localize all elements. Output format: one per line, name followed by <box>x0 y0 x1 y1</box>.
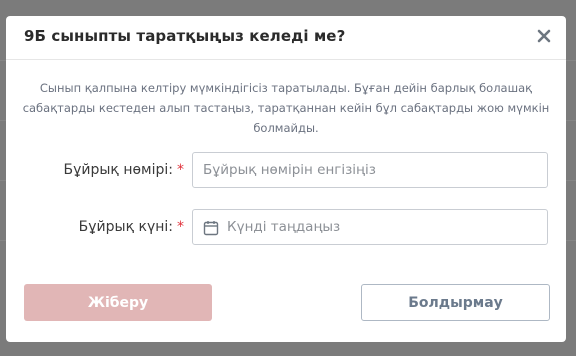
dialog-header: 9Б сыныпты таратқыңыз келеді ме? <box>6 16 566 60</box>
order-number-input[interactable] <box>193 153 547 187</box>
order-number-label-text: Бұйрық нөмірі: <box>63 162 174 178</box>
order-date-input[interactable] <box>193 210 547 244</box>
close-icon <box>537 29 551 43</box>
order-number-row: Бұйрық нөмірі: * <box>6 152 566 190</box>
cancel-button[interactable]: Болдырмау <box>361 284 550 321</box>
required-mark: * <box>177 162 184 178</box>
order-number-field <box>192 152 548 188</box>
required-mark: * <box>177 219 184 235</box>
dialog-title: 9Б сыныпты таратқыңыз келеді ме? <box>24 27 346 45</box>
dialog-description: Сынып қалпына келтіру мүмкіндігісіз тара… <box>22 81 550 135</box>
order-date-label: Бұйрық күні: * <box>79 219 184 235</box>
order-date-row: Бұйрық күні: * <box>6 209 566 247</box>
order-number-label: Бұйрық нөмірі: * <box>64 162 185 178</box>
submit-button[interactable]: Жіберу <box>24 284 212 321</box>
order-date-field <box>192 209 548 245</box>
disband-class-dialog: 9Б сыныпты таратқыңыз келеді ме? Сынып қ… <box>6 16 566 342</box>
order-date-label-text: Бұйрық күні: <box>78 219 173 235</box>
close-button[interactable] <box>532 24 556 48</box>
